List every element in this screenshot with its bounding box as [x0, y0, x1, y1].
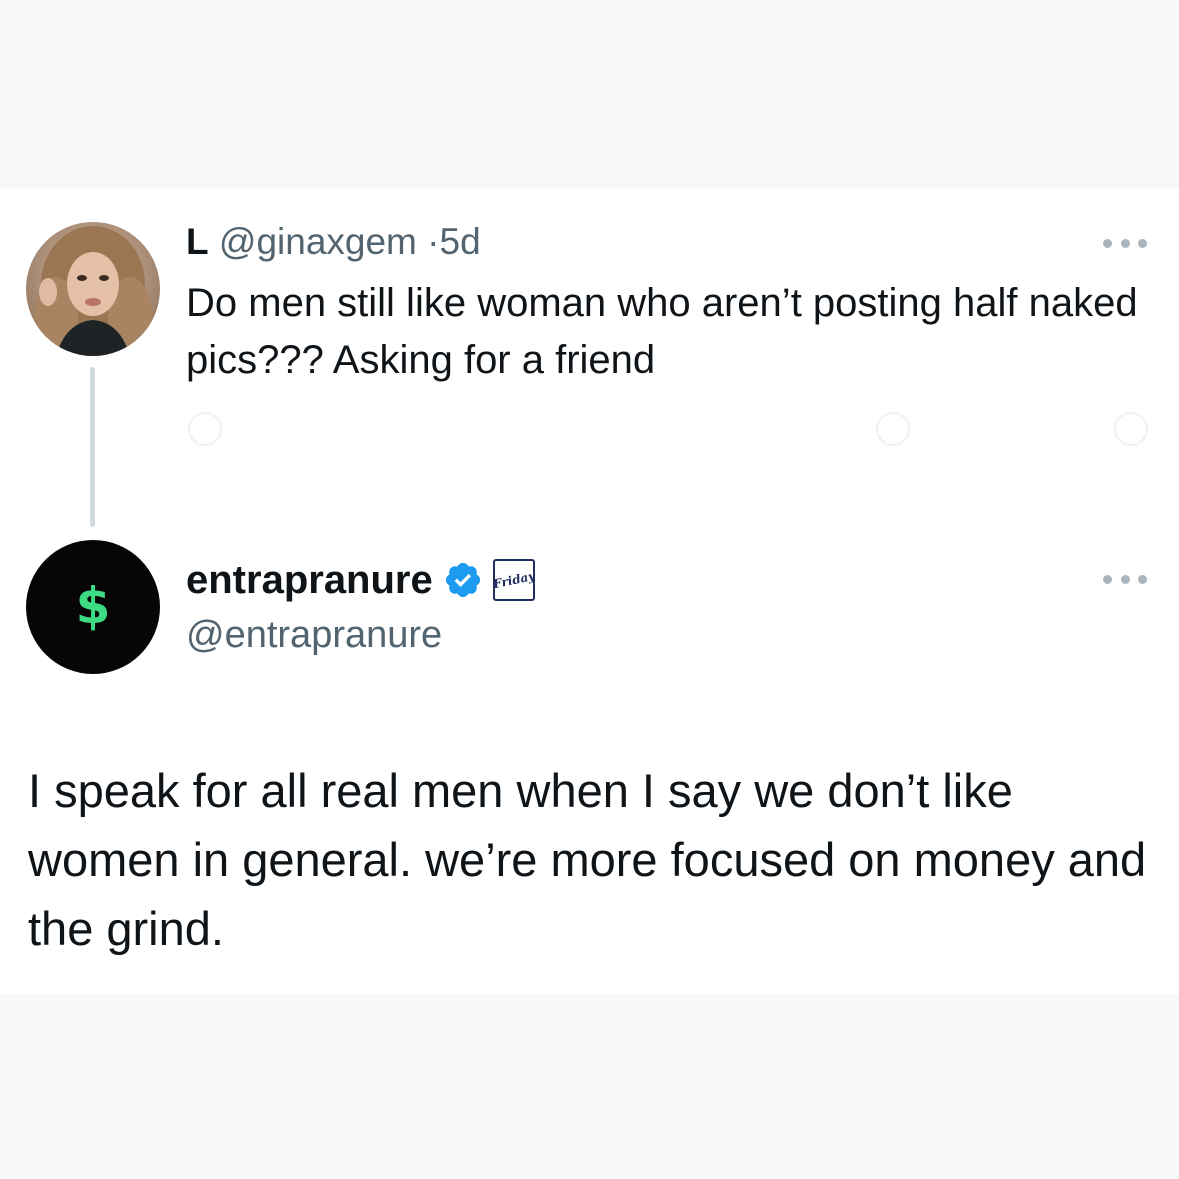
affiliation-badge-text: Friday: [491, 568, 536, 592]
dollar-icon: $: [75, 577, 111, 635]
affiliation-badge-icon[interactable]: Friday: [491, 559, 536, 601]
profile-photo-icon: [26, 222, 160, 356]
faded-action-bar: [186, 402, 1148, 462]
tweet-header: L @ginaxgem ·5d: [186, 220, 481, 264]
user-avatar[interactable]: [26, 222, 160, 356]
verified-badge-icon: [445, 562, 480, 598]
username[interactable]: @entrapranure: [186, 612, 442, 658]
timestamp[interactable]: 5d: [440, 221, 481, 262]
display-name[interactable]: L: [186, 221, 209, 262]
tweet-text: Do men still like woman who aren’t posti…: [186, 281, 1138, 382]
display-name[interactable]: entrapranure: [186, 555, 433, 605]
separator: ·: [427, 221, 440, 262]
tweet-header: entrapranure Friday: [186, 555, 536, 605]
more-options-icon[interactable]: [1103, 572, 1147, 586]
like-icon: [876, 412, 910, 446]
share-icon: [1114, 412, 1148, 446]
user-avatar[interactable]: $: [26, 540, 160, 674]
reply-icon: [188, 412, 222, 446]
more-options-icon[interactable]: [1103, 236, 1147, 250]
username[interactable]: @ginaxgem: [219, 221, 417, 262]
thread-connector-line: [90, 367, 95, 527]
tweet-text: I speak for all real men when I say we d…: [28, 764, 1147, 955]
